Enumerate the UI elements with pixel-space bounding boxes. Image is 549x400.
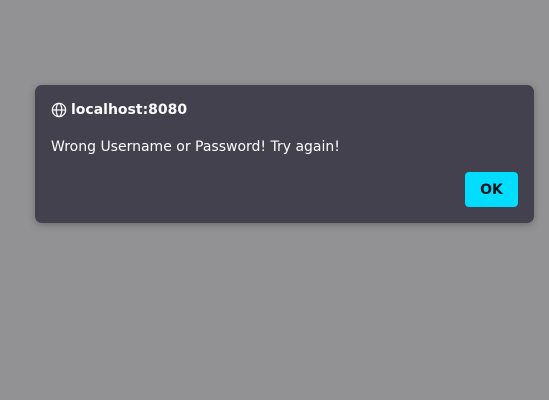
dialog-header: localhost:8080 <box>51 101 187 119</box>
globe-icon <box>51 102 67 118</box>
dialog-message: Wrong Username or Password! Try again! <box>51 139 340 155</box>
alert-dialog: localhost:8080 Wrong Username or Passwor… <box>35 85 534 223</box>
ok-button[interactable]: OK <box>465 172 518 207</box>
dialog-origin: localhost:8080 <box>71 102 188 118</box>
